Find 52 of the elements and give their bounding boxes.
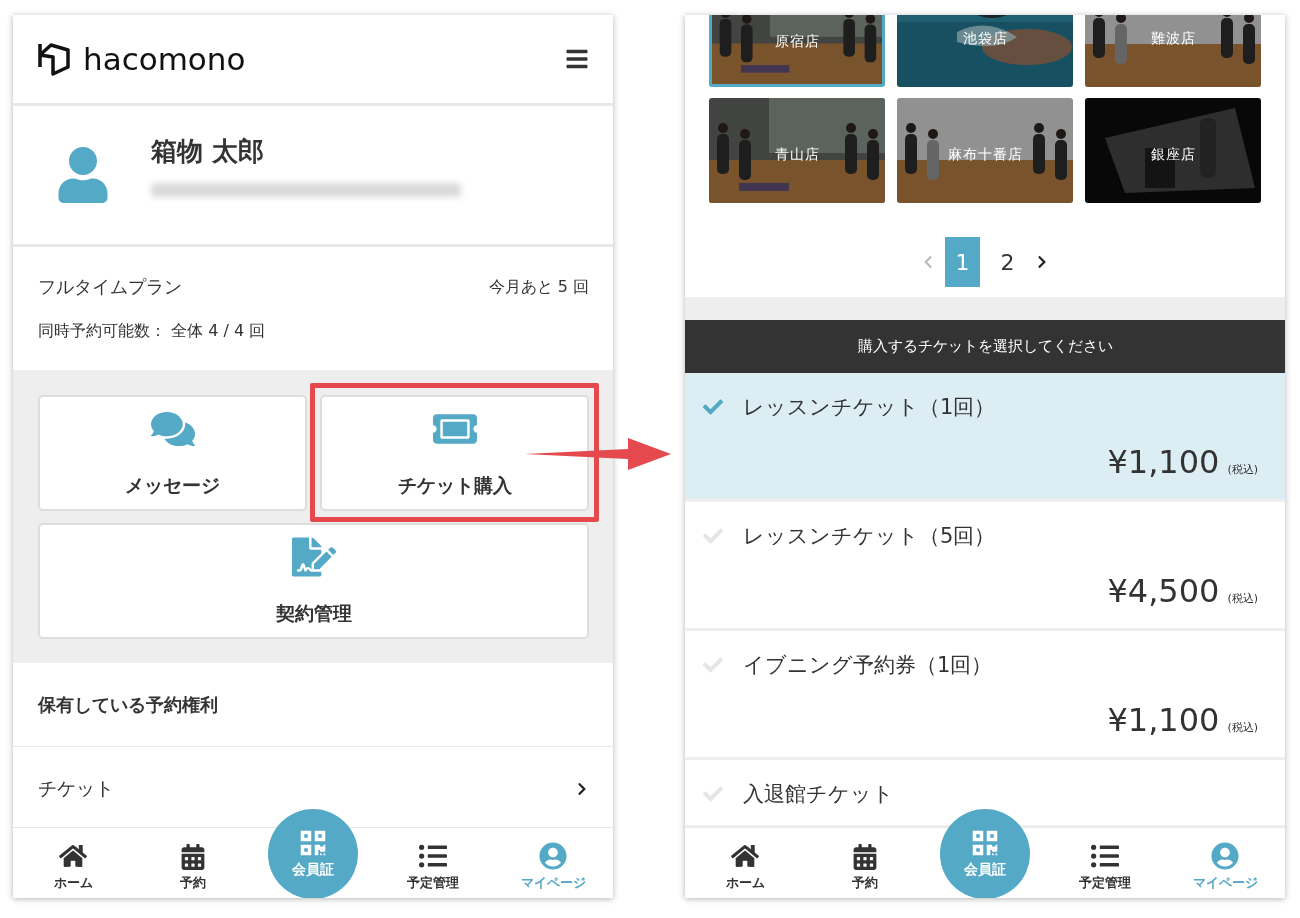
- nav-tab[interactable]: 予定管理: [373, 828, 493, 898]
- check-icon: [703, 655, 723, 675]
- check-icon: [703, 526, 723, 546]
- ticket-name: イブニング予約券（1回）: [743, 652, 993, 679]
- check-icon: [703, 784, 723, 804]
- tax-note: (税込): [1227, 720, 1258, 735]
- store-card[interactable]: 原宿店: [709, 15, 885, 87]
- nav-tab[interactable]: ホーム: [13, 828, 133, 898]
- ticket-price: ¥1,100: [1107, 443, 1220, 481]
- concurrent-reservations: 同時予約可能数： 全体 4 / 4 回: [38, 321, 267, 342]
- qr-code-icon: [971, 829, 999, 857]
- ticket-name: レッスンチケット（5回）: [743, 523, 996, 550]
- signed-document-icon: [291, 535, 336, 579]
- store-card[interactable]: 池袋店: [897, 15, 1073, 87]
- menu-icon[interactable]: [565, 47, 589, 71]
- user-name: 箱物 太郎: [151, 134, 266, 168]
- menu-tile[interactable]: 契約管理: [38, 523, 589, 639]
- user-icon: [539, 842, 567, 870]
- list-icon: [419, 842, 447, 870]
- ticket-option[interactable]: レッスンチケット（1回） ¥1,100 (税込): [685, 373, 1285, 502]
- logo-text: hacomono: [83, 41, 246, 77]
- tax-note: (税込): [1227, 462, 1258, 477]
- store-card[interactable]: 銀座店: [1085, 98, 1261, 203]
- ticket-list-header: 購入するチケットを選択してください: [685, 320, 1285, 373]
- nav-tab[interactable]: 予約: [805, 828, 925, 898]
- nav-tab[interactable]: 予定管理: [1045, 828, 1165, 898]
- ticket-option[interactable]: 入退館チケット: [685, 760, 1285, 828]
- section-title: 保有している予約権利: [13, 663, 613, 747]
- qr-code-icon: [299, 829, 327, 857]
- calendar-icon: [852, 844, 878, 870]
- store-card[interactable]: 青山店: [709, 98, 885, 203]
- page-button[interactable]: 2: [990, 237, 1025, 287]
- remaining-count: 今月あと 5 回: [488, 276, 589, 298]
- check-icon: [703, 397, 723, 417]
- calendar-icon: [180, 844, 206, 870]
- plan-name: フルタイムプラン: [38, 275, 182, 299]
- nav-tab[interactable]: 予約: [133, 828, 253, 898]
- logo-icon: [37, 41, 71, 77]
- ticket-option[interactable]: イブニング予約券（1回） ¥1,100 (税込): [685, 631, 1285, 760]
- list-icon: [1091, 842, 1119, 870]
- home-icon: [59, 842, 87, 870]
- menu-tile[interactable]: メッセージ: [38, 395, 307, 511]
- nav-tab[interactable]: ホーム: [685, 828, 805, 898]
- home-icon: [731, 842, 759, 870]
- menu-tile[interactable]: チケット購入: [320, 395, 589, 511]
- ticket-name: 入退館チケット: [743, 781, 894, 808]
- ticket-option[interactable]: レッスンチケット（5回） ¥4,500 (税込): [685, 502, 1285, 631]
- ticket-price: ¥4,500: [1107, 572, 1220, 610]
- ticket-price: ¥1,100: [1107, 701, 1220, 739]
- ticket-name: レッスンチケット（1回）: [743, 394, 996, 421]
- user-icon: [1211, 842, 1239, 870]
- tax-note: (税込): [1227, 591, 1258, 606]
